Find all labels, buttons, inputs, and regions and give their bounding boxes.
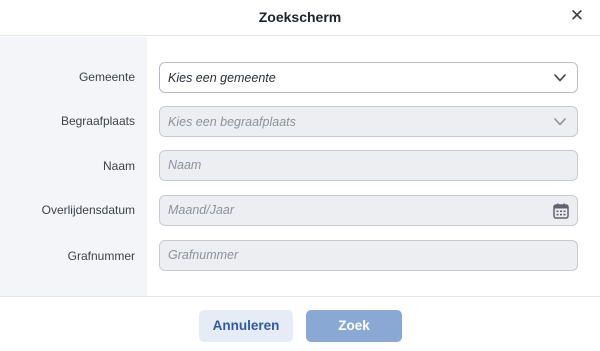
begraafplaats-select[interactable]: Kies een begraafplaats xyxy=(159,106,578,137)
grafnummer-label: Grafnummer xyxy=(67,249,135,263)
naam-input[interactable] xyxy=(168,158,538,172)
begraafplaats-select-value: Kies een begraafplaats xyxy=(168,115,296,129)
search-button[interactable]: Zoek xyxy=(306,310,402,342)
overlijdensdatum-label: Overlijdensdatum xyxy=(41,203,135,217)
chevron-down-icon xyxy=(554,74,566,82)
calendar-icon[interactable] xyxy=(552,202,570,220)
close-icon[interactable]: ✕ xyxy=(568,7,586,25)
gemeente-select[interactable]: Kies een gemeente xyxy=(159,62,578,93)
cancel-button[interactable]: Annuleren xyxy=(199,310,293,342)
naam-label: Naam xyxy=(102,159,135,173)
gemeente-select-value: Kies een gemeente xyxy=(168,71,276,85)
overlijdensdatum-input[interactable] xyxy=(168,203,528,217)
overlijdensdatum-field[interactable] xyxy=(159,195,578,226)
begraafplaats-label: Begraafplaats xyxy=(60,114,135,128)
grafnummer-field[interactable] xyxy=(159,240,578,271)
dialog-header: Zoekscherm ✕ xyxy=(0,0,600,36)
chevron-down-icon xyxy=(554,118,566,126)
gemeente-label: Gemeente xyxy=(78,70,135,84)
grafnummer-input[interactable] xyxy=(168,248,538,262)
naam-field[interactable] xyxy=(159,150,578,181)
dialog-title: Zoekscherm xyxy=(258,9,342,25)
dialog-footer: Annuleren Zoek xyxy=(0,296,600,351)
